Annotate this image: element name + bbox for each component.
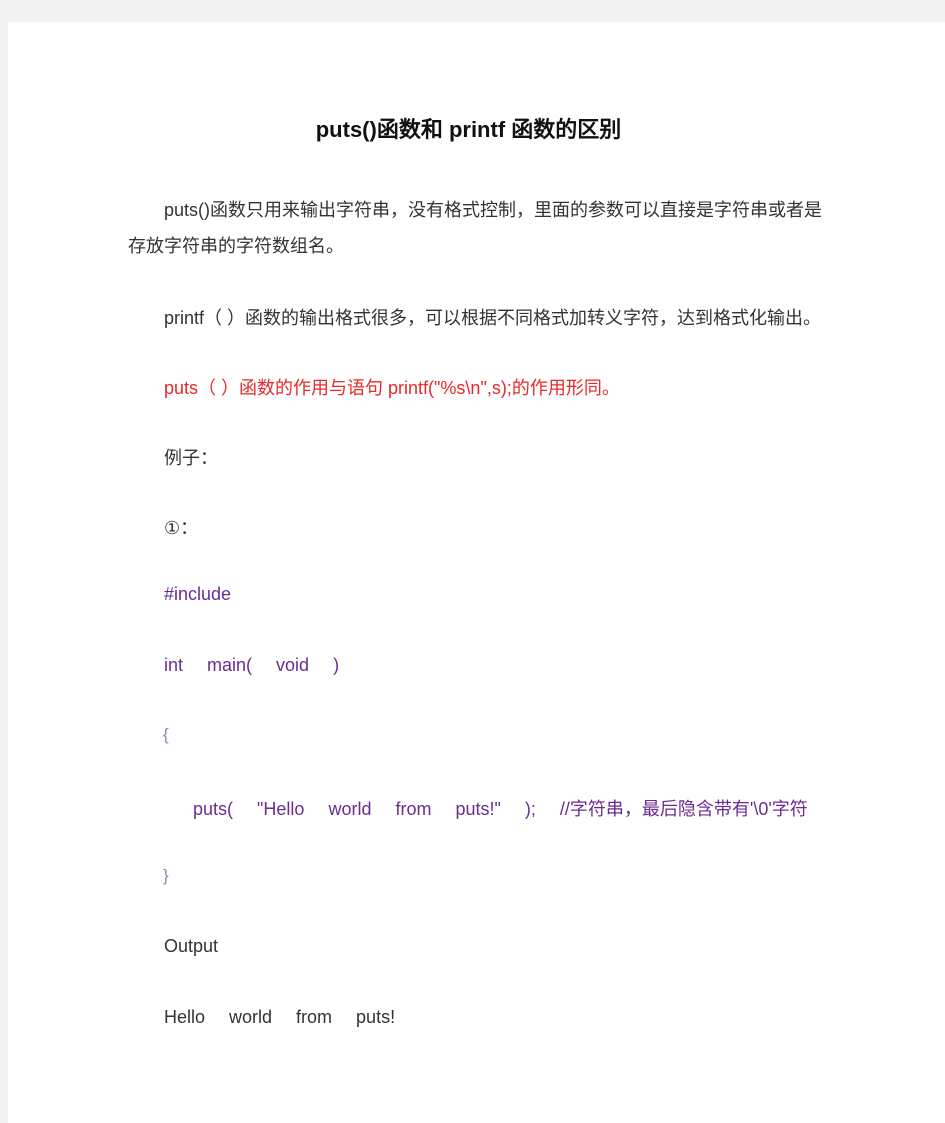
code-include: #include: [164, 584, 232, 604]
output-token: from: [296, 1007, 333, 1027]
code-token: int: [164, 655, 184, 675]
paragraph-2: printf（ ）函数的输出格式很多，可以根据不同格式加转义字符，达到格式化输出…: [164, 308, 822, 328]
output-token: puts!: [356, 1007, 396, 1027]
code-token: "Hello: [257, 799, 305, 819]
paragraph-1-line-2: 存放字符串的字符数组名。: [128, 236, 344, 256]
code-token: puts(: [193, 799, 234, 819]
code-token: void: [276, 655, 310, 675]
code-close-brace: }: [163, 866, 169, 885]
example-label: 例子：: [164, 448, 218, 468]
code-token: main(: [207, 655, 253, 675]
code-puts-statement: puts( "Hello world from puts!"); //字符串，最后隐含带有…: [193, 795, 808, 821]
code-main-signature: int main( void): [164, 655, 339, 676]
code-token: world: [328, 799, 372, 819]
example-number: ①：: [164, 518, 199, 538]
output-text: Hello world from puts!: [164, 1007, 395, 1028]
code-token: );: [524, 799, 536, 819]
code-token: from: [395, 799, 432, 819]
output-token: world: [229, 1007, 273, 1027]
code-token: ): [333, 655, 340, 675]
document-title: puts()函数和 printf 函数的区别: [315, 117, 622, 142]
output-label: Output: [164, 936, 219, 956]
paragraph-1-line-1: puts()函数只用来输出字符串，没有格式控制，里面的参数可以直接是字符串或者是: [164, 200, 823, 220]
code-open-brace: {: [163, 725, 169, 744]
output-token: Hello: [164, 1007, 206, 1027]
code-token: puts!": [455, 799, 501, 819]
paragraph-highlight: puts（ ）函数的作用与语句 printf("%s\n",s);的作用形同。: [164, 378, 620, 398]
document-page: [8, 22, 945, 1123]
code-comment: //字符串，最后隐含带有'\0'字符: [559, 799, 808, 819]
